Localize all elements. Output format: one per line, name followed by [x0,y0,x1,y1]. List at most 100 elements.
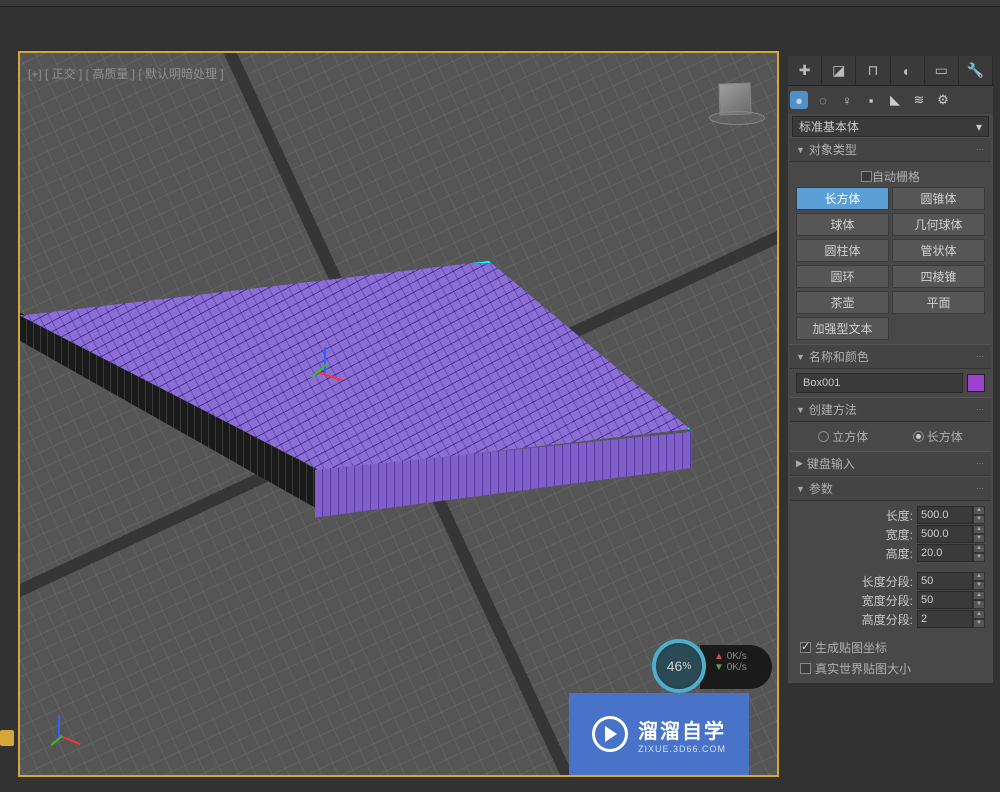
spinner-down-icon[interactable]: ▼ [973,534,985,543]
shapes-icon[interactable]: ◌ [814,91,832,109]
rollout-title: 参数 [809,480,833,497]
collapse-icon: ▼ [796,405,805,415]
collapse-icon: ▼ [796,145,805,155]
timeline-accent [0,730,14,746]
btn-box[interactable]: 长方体 [796,187,889,210]
speed-circle: 46% [652,639,706,693]
speed-bars: ▲ 0K/s ▼ 0K/s [700,645,772,689]
lights-icon[interactable]: ♀ [838,91,856,109]
spinner-down-icon[interactable]: ▼ [973,553,985,562]
rollout-title: 创建方法 [809,401,857,418]
auto-grid-row: 自动栅格 [796,166,985,187]
btn-cylinder[interactable]: 圆柱体 [796,239,889,262]
rollout-keyboard-entry: ▶ 键盘输入 ⋯ [790,451,991,476]
rollout-menu-icon[interactable]: ⋯ [976,405,985,414]
collapse-icon: ▼ [796,352,805,362]
btn-textplus[interactable]: 加强型文本 [796,317,889,340]
height-label: 高度: [886,545,913,562]
radio-cube[interactable]: 立方体 [818,428,868,445]
category-dropdown[interactable]: 标准基本体 ▾ [792,116,989,137]
spinner-down-icon[interactable]: ▼ [973,515,985,524]
btn-tube[interactable]: 管状体 [892,239,985,262]
spinner-up-icon[interactable]: ▲ [973,572,985,581]
viewport[interactable]: [+] [ 正交 ] [ 高质量 ] [ 默认明暗处理 ] ▲ 0K/s ▼ 0… [18,51,779,777]
rollout-menu-icon[interactable]: ⋯ [976,484,985,493]
dropdown-arrow-icon: ▾ [976,120,982,134]
spinner-up-icon[interactable]: ▲ [973,506,985,515]
widthseg-spinner[interactable]: ▲▼ [917,591,985,609]
rollout-menu-icon[interactable]: ⋯ [976,352,985,361]
spinner-up-icon[interactable]: ▲ [973,525,985,534]
viewcube-ring[interactable] [709,111,765,125]
rollout-object-type: ▼ 对象类型 ⋯ 自动栅格 长方体 圆锥体 球体 几何球体 圆柱体 管状体 圆环… [790,137,991,344]
length-spinner[interactable]: ▲▼ [917,506,985,524]
category-label: 标准基本体 [799,118,859,135]
transform-gizmo[interactable] [315,369,335,389]
rollout-head-object-type[interactable]: ▼ 对象类型 ⋯ [790,137,991,162]
cameras-icon[interactable]: ▪ [862,91,880,109]
rollout-head-parameters[interactable]: ▼ 参数 ⋯ [790,476,991,501]
network-speed-widget: ▲ 0K/s ▼ 0K/s 46% [652,639,772,693]
tab-motion[interactable]: ◐ [891,56,925,85]
viewcube[interactable] [709,83,765,139]
radio-box[interactable]: 长方体 [913,428,963,445]
speed-down: 0K/s [727,662,747,673]
heightseg-label: 高度分段: [862,611,913,628]
radio-icon [818,431,829,442]
auto-grid-checkbox[interactable] [861,171,872,182]
rollout-head-creation-method[interactable]: ▼ 创建方法 ⋯ [790,397,991,422]
tab-display[interactable]: ▭ [925,56,959,85]
rollout-title: 名称和颜色 [809,348,869,365]
tab-hierarchy[interactable]: ⊓ [856,56,890,85]
speed-percent: 46 [667,658,683,674]
down-arrow-icon: ▼ [714,662,724,673]
collapse-icon: ▼ [796,484,805,494]
real-world-row: 真实世界贴图大小 [796,658,985,679]
real-world-checkbox[interactable] [800,663,811,674]
box-object[interactable] [20,261,690,521]
helpers-icon[interactable]: ◣ [886,91,904,109]
btn-plane[interactable]: 平面 [892,291,985,314]
watermark: 溜溜自学 ZIXUE.3D66.COM [569,693,749,775]
rollout-title: 对象类型 [809,141,857,158]
axis-z[interactable] [324,347,326,373]
object-name-input[interactable] [796,373,963,393]
btn-cone[interactable]: 圆锥体 [892,187,985,210]
expand-icon: ▶ [796,458,803,469]
command-panel: ✚ ◪ ⊓ ◐ ▭ 🔧 ● ◌ ♀ ▪ ◣ ≋ ⚙ 标准基本体 ▾ ▼ 对象类型… [788,56,993,683]
spinner-up-icon[interactable]: ▲ [973,591,985,600]
btn-geosphere[interactable]: 几何球体 [892,213,985,236]
object-color-swatch[interactable] [967,374,985,392]
tab-utilities[interactable]: 🔧 [959,56,993,85]
rollout-menu-icon[interactable]: ⋯ [976,145,985,154]
heightseg-spinner[interactable]: ▲▼ [917,610,985,628]
gen-mapping-checkbox[interactable] [800,642,811,653]
btn-torus[interactable]: 圆环 [796,265,889,288]
tab-create[interactable]: ✚ [788,56,822,85]
spinner-up-icon[interactable]: ▲ [973,544,985,553]
btn-sphere[interactable]: 球体 [796,213,889,236]
spinner-down-icon[interactable]: ▼ [973,581,985,590]
spacewarps-icon[interactable]: ≋ [910,91,928,109]
radio-icon [913,431,924,442]
btn-teapot[interactable]: 茶壶 [796,291,889,314]
rollout-head-keyboard[interactable]: ▶ 键盘输入 ⋯ [790,451,991,476]
spinner-up-icon[interactable]: ▲ [973,610,985,619]
spinner-down-icon[interactable]: ▼ [973,619,985,628]
systems-icon[interactable]: ⚙ [934,91,952,109]
lengthseg-spinner[interactable]: ▲▼ [917,572,985,590]
viewport-label[interactable]: [+] [ 正交 ] [ 高质量 ] [ 默认明暗处理 ] [28,65,224,82]
world-axis-gizmo [44,715,86,757]
btn-pyramid[interactable]: 四棱锥 [892,265,985,288]
rollout-menu-icon[interactable]: ⋯ [976,459,985,468]
rollout-head-name-color[interactable]: ▼ 名称和颜色 ⋯ [790,344,991,369]
spinner-down-icon[interactable]: ▼ [973,600,985,609]
world-axis-z [58,715,60,737]
geometry-icon[interactable]: ● [790,91,808,109]
rollout-title: 键盘输入 [807,455,855,472]
tab-modify[interactable]: ◪ [822,56,856,85]
height-spinner[interactable]: ▲▼ [917,544,985,562]
rollout-name-color: ▼ 名称和颜色 ⋯ [790,344,991,397]
watermark-sub: ZIXUE.3D66.COM [638,744,726,754]
width-spinner[interactable]: ▲▼ [917,525,985,543]
